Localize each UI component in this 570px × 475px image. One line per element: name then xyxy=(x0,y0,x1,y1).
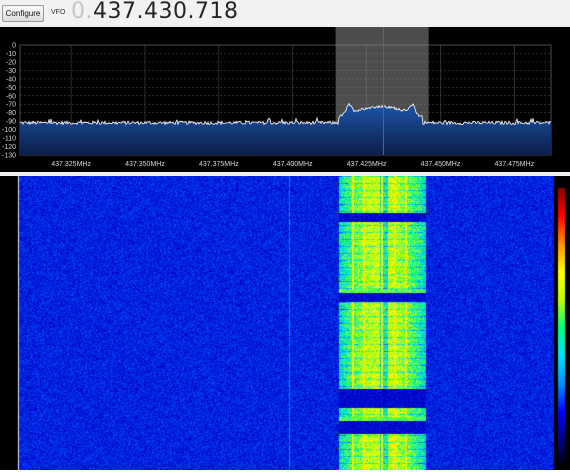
waterfall-canvas[interactable] xyxy=(0,176,570,470)
spectrum-y-tick-label: -60 xyxy=(6,93,16,100)
vfo-frequency-display[interactable]: 0.437.430.718 xyxy=(71,0,238,24)
configure-button[interactable]: Configure xyxy=(2,5,44,22)
spectrum-x-tick-label: 437.400MHz xyxy=(273,161,313,168)
spectrum-y-tick-label: 0 xyxy=(12,43,16,50)
spectrum-x-tick-label: 437.475MHz xyxy=(495,161,535,168)
spectrum-x-tick-label: 437.350MHz xyxy=(125,161,165,168)
spectrum-y-tick-label: -40 xyxy=(6,76,16,83)
spectrum-fill-area xyxy=(20,103,551,155)
spectrum-y-tick-label: -70 xyxy=(6,102,16,109)
spectrum-y-tick-label: -50 xyxy=(6,85,16,92)
spectrum-plot[interactable]: 0-10-20 -30-40 -50-60 -70-80 -90-100 -110-120… xyxy=(0,27,570,172)
spectrum-x-tick-label: 437.375MHz xyxy=(199,161,239,168)
spectrum-y-tick-label: -20 xyxy=(6,59,16,66)
vfo-frequency-digits: 437.430.718 xyxy=(93,0,239,24)
spectrum-x-tick-label: 437.450MHz xyxy=(421,161,461,168)
spectrum-y-tick-label: -80 xyxy=(6,110,16,117)
spectrum-x-tick-label: 437.325MHz xyxy=(51,161,91,168)
spectrum-analyzer[interactable]: 0 -10 -20 -30 -40 -50 -60 -70 -80 -90 -100 -110 -120… xyxy=(0,27,570,172)
spectrum-y-tick-label: -110 xyxy=(3,136,17,143)
spectrum-y-tick-label: -130 xyxy=(2,153,16,160)
waterfall-display[interactable] xyxy=(0,176,570,470)
spectrum-x-tick-label: 437.425MHz xyxy=(347,161,387,168)
spectrum-y-tick-label: -30 xyxy=(6,68,16,75)
spectrum-y-tick-label: -90 xyxy=(6,119,16,126)
spectrum-y-tick-label: -10 xyxy=(6,51,16,58)
spectrum-y-tick-label: -120 xyxy=(2,144,16,151)
toolbar: Configure VFO 0.437.430.718 xyxy=(0,0,570,28)
spectrum-y-tick-label: -100 xyxy=(2,127,16,134)
vfo-label: VFO xyxy=(51,9,66,16)
vfo-frequency-leading-digits: 0. xyxy=(71,0,93,24)
